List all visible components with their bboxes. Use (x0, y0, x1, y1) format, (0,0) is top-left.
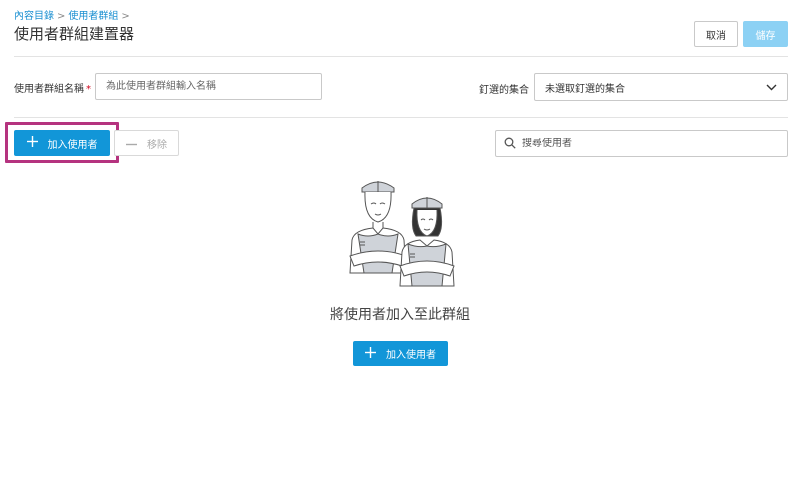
save-button[interactable]: 儲存 (743, 21, 788, 47)
group-name-label: 使用者群組名稱 * (14, 80, 91, 95)
divider (14, 117, 788, 118)
pinned-collection-select[interactable]: 未選取釘選的集合 (534, 73, 788, 101)
add-user-button-label: 加入使用者 (47, 139, 98, 151)
search-input[interactable] (522, 138, 772, 149)
required-mark: * (86, 84, 91, 95)
plus-icon (365, 346, 376, 361)
breadcrumb: 內容目錄 > 使用者群組 > (14, 7, 133, 22)
search-icon (504, 134, 516, 153)
empty-state-add-user-button[interactable]: 加入使用者 (353, 341, 448, 366)
add-user-button[interactable]: 加入使用者 (14, 130, 110, 156)
empty-state-add-user-label: 加入使用者 (386, 350, 436, 361)
search-box[interactable] (495, 130, 788, 157)
group-name-label-text: 使用者群組名稱 (14, 84, 84, 95)
group-name-input[interactable] (95, 73, 322, 100)
chevron-down-icon (765, 81, 777, 93)
pinned-collection-label: 釘選的集合 (479, 85, 529, 96)
pinned-collection-value: 未選取釘選的集合 (545, 83, 625, 95)
breadcrumb-item-user-groups[interactable]: 使用者群組 (68, 11, 118, 22)
cancel-button[interactable]: 取消 (694, 21, 738, 47)
plus-icon (26, 136, 38, 150)
breadcrumb-separator: > (121, 11, 130, 22)
empty-state-message: 將使用者加入至此群組 (330, 307, 470, 323)
breadcrumb-separator: > (57, 11, 66, 22)
breadcrumb-item-catalog[interactable]: 內容目錄 (14, 11, 54, 22)
page-title: 使用者群組建置器 (14, 25, 135, 43)
minus-icon (126, 138, 137, 149)
divider (14, 56, 788, 57)
remove-button[interactable]: 移除 (114, 130, 179, 156)
workers-illustration (340, 178, 462, 288)
remove-button-label: 移除 (147, 139, 167, 151)
